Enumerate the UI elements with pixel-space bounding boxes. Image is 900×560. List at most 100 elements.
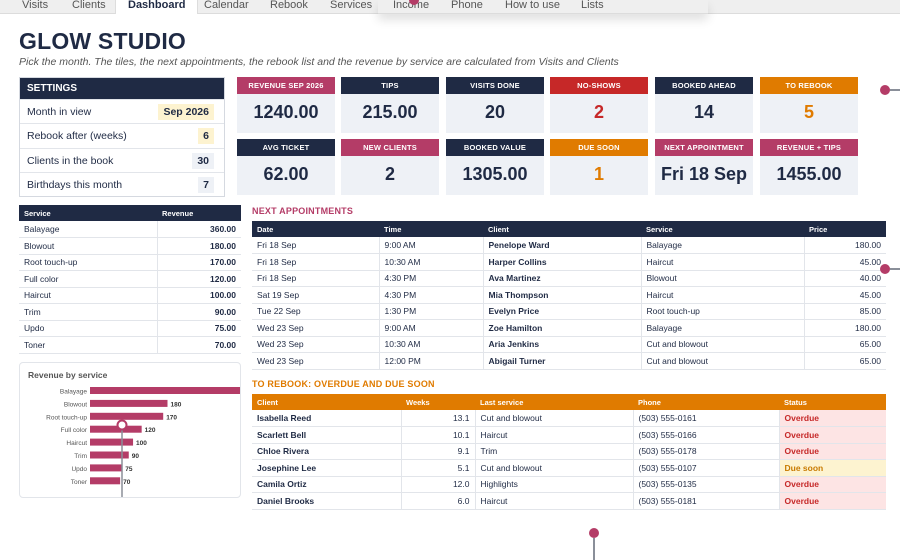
table-row: Sat 19 Sep 4:30 PM Mia Thompson Haircut 45.0… — [252, 286, 886, 304]
phone-cell: (503) 555-0161 — [632, 410, 779, 427]
chart-plot: Balayage36Blowout180Root touch-up170Full… — [46, 387, 240, 497]
last-service-cell: Haircut — [474, 492, 633, 510]
chart-category-label: Full color — [61, 427, 88, 434]
time-cell: 9:00 AM — [378, 237, 483, 254]
tab-lists[interactable]: Lists — [581, 0, 604, 14]
table-row: Trim 90.00 — [19, 303, 241, 321]
tab-clients[interactable]: Clients — [72, 0, 106, 14]
chart-bar — [90, 425, 142, 433]
tab-visits[interactable]: Visits — [22, 0, 48, 14]
client-cell: Aria Jenkins — [482, 336, 641, 353]
table-row: Fri 18 Sep 10:30 AM Harper Collins Haircut 4… — [252, 253, 886, 271]
table-row: Chloe Rivera 9.1 Trim (503) 555-0178 Overdue — [252, 443, 886, 460]
revenue-by-service-chart: Revenue by service Balayage36Blowout180R… — [19, 362, 241, 498]
revenue-cell: 70.00 — [156, 336, 241, 354]
setting-month-in-view: Month in view Sep 2026 — [20, 99, 224, 123]
tile-label: VISITS DONE — [446, 77, 544, 94]
column-header: Service — [641, 221, 804, 237]
column-header: Status — [779, 394, 886, 410]
service-cell: Blowout — [640, 270, 804, 287]
table-row: Wed 23 Sep 10:30 AM Aria Jenkins Cut and bl… — [252, 336, 886, 353]
chart-bar — [90, 451, 129, 459]
annotation-pin-line — [890, 89, 900, 91]
last-service-cell: Cut and blowout — [474, 459, 633, 477]
status-cell: Overdue — [778, 410, 886, 427]
tile-revenue-plus-tips: REVENUE + TIPS 1455.00 — [760, 139, 858, 195]
table-row: Balayage 360.00 — [19, 221, 241, 238]
setting-label: Clients in the book — [27, 154, 114, 167]
weeks-cell: 6.0 — [400, 492, 475, 510]
tile-value: 215.00 — [362, 102, 418, 122]
column-header: Phone — [633, 394, 779, 410]
last-service-cell: Cut and blowout — [474, 410, 633, 427]
tile-value: 5 — [803, 102, 814, 122]
tile-visits-done: VISITS DONE 20 — [446, 77, 544, 133]
annotation-pin-line — [890, 268, 900, 270]
setting-label: Month in view — [27, 106, 92, 118]
tile-tips: TIPS 215.00 — [341, 77, 439, 133]
table-row: Isabella Reed 13.1 Cut and blowout (503) 55… — [252, 410, 886, 427]
tile-value: 62.00 — [263, 164, 309, 184]
chart-data-label: 180 — [171, 401, 182, 408]
tab-phone[interactable]: Phone — [451, 0, 483, 14]
service-cell: Balayage — [640, 319, 804, 337]
phone-cell: (503) 555-0107 — [632, 459, 779, 477]
chart-bar — [90, 387, 240, 394]
setting-rebook-weeks: Rebook after (weeks) 6 — [20, 123, 224, 147]
tab-rebook[interactable]: Rebook — [270, 0, 308, 14]
tile-value: 1305.00 — [462, 164, 528, 184]
client-cell: Scarlett Bell — [252, 426, 401, 444]
tile-value: 2 — [384, 164, 395, 184]
birthdays-count-value: 7 — [198, 176, 214, 193]
weeks-cell: 10.1 — [400, 426, 475, 444]
table-header-row: Service Revenue — [19, 205, 241, 221]
tab-calendar[interactable]: Calendar — [204, 0, 249, 14]
date-cell: Tue 22 Sep — [252, 303, 379, 320]
client-cell: Ava Martinez — [482, 270, 641, 287]
service-cell: Blowout — [19, 237, 157, 255]
tab-services[interactable]: Services — [330, 0, 372, 14]
revenue-cell: 170.00 — [156, 254, 241, 271]
page-subtitle: Pick the month. The tiles, the next appo… — [19, 56, 619, 68]
service-cell: Cut and blowout — [640, 352, 804, 370]
table-row: Haircut 100.00 — [19, 287, 241, 304]
status-cell: Overdue — [778, 443, 886, 460]
rebook-weeks-input[interactable]: 6 — [198, 128, 214, 145]
service-cell: Root touch-up — [640, 303, 804, 320]
client-cell: Isabella Reed — [252, 410, 401, 427]
date-cell: Wed 23 Sep — [252, 336, 379, 353]
table-header-row: Date Time Client Service Price — [252, 221, 886, 237]
settings-title: SETTINGS — [20, 78, 224, 99]
tab-dashboard[interactable]: Dashboard — [115, 0, 199, 14]
sheet-tab-bar: Visits Clients Dashboard Calendar Rebook… — [0, 0, 900, 14]
table-row: Camila Ortiz 12.0 Highlights (503) 555-0135… — [252, 476, 886, 493]
tile-to-rebook: TO REBOOK 5 — [760, 77, 858, 133]
tab-how-to-use[interactable]: How to use — [505, 0, 560, 14]
table-row: Daniel Brooks 6.0 Haircut (503) 555-0181 Ove… — [252, 492, 886, 510]
date-cell: Sat 19 Sep — [252, 286, 379, 304]
phone-cell: (503) 555-0178 — [632, 443, 779, 460]
date-cell: Wed 23 Sep — [252, 319, 379, 337]
tile-label: AVG TICKET — [237, 139, 335, 156]
month-select-input[interactable]: Sep 2026 — [158, 104, 214, 120]
column-header: Revenue — [157, 205, 241, 221]
last-service-cell: Highlights — [474, 476, 633, 493]
tile-value: 20 — [484, 102, 506, 122]
price-cell: 180.00 — [803, 237, 886, 254]
client-cell: Camila Ortiz — [252, 476, 401, 493]
table-row: Wed 23 Sep 12:00 PM Abigail Turner Cut and … — [252, 352, 886, 370]
chart-bar — [90, 412, 164, 420]
rebook-title: TO REBOOK: OVERDUE AND DUE SOON — [252, 379, 435, 389]
client-cell: Mia Thompson — [482, 286, 641, 304]
time-cell: 10:30 AM — [378, 336, 483, 353]
tile-label: NEXT APPOINTMENT — [655, 139, 753, 156]
tile-avg-ticket: AVG TICKET 62.00 — [237, 139, 335, 195]
column-header: Date — [252, 221, 379, 237]
service-cell: Cut and blowout — [640, 336, 804, 353]
tile-value: 14 — [693, 102, 715, 122]
price-cell: 65.00 — [803, 352, 886, 370]
client-cell: Abigail Turner — [482, 352, 641, 370]
table-row: Toner 70.00 — [19, 336, 241, 354]
chart-category-label: Toner — [71, 479, 88, 486]
price-cell: 65.00 — [803, 336, 886, 353]
